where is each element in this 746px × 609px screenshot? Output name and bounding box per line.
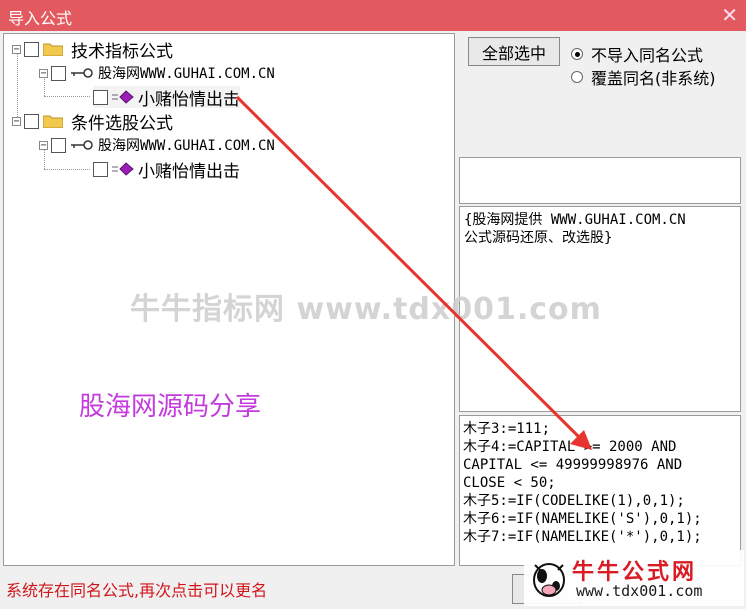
radio-dot-selected[interactable]	[571, 48, 583, 60]
tree-group-indicator[interactable]: − 技术指标公式	[12, 38, 173, 62]
folder-icon	[43, 43, 63, 56]
tree-leaf[interactable]: 小赌怡情出击	[93, 86, 240, 110]
empty-panel	[459, 157, 741, 204]
code-panel[interactable]: 木子3:=111; 木子4:=CAPITAL >= 2000 AND CAPIT…	[459, 415, 741, 566]
key-icon	[71, 68, 93, 78]
watermark-text: 牛牛指标网 www.tdx001.com	[130, 292, 602, 327]
folder-icon	[43, 115, 63, 128]
select-all-button[interactable]: 全部选中	[468, 37, 560, 66]
tree-line	[44, 96, 90, 97]
child-checkbox[interactable]	[51, 65, 66, 81]
radio-no-import-label: 不导入同名公式	[591, 46, 704, 65]
radio-overwrite-label: 覆盖同名(非系统)	[591, 69, 716, 88]
tree-child[interactable]: − 股海网WWW.GUHAI.COM.CN	[39, 134, 275, 156]
title-bar: 导入公式 ✕	[0, 0, 746, 31]
group-checkbox[interactable]	[24, 113, 39, 129]
formula-icon	[112, 162, 134, 176]
window-title: 导入公式	[8, 9, 73, 28]
description-text: {股海网提供 WWW.GUHAI.COM.CN 公式源码还原、改选股}	[464, 212, 686, 246]
group-label: 条件选股公式	[71, 113, 173, 134]
tree-leaf[interactable]: 小赌怡情出击	[93, 158, 240, 182]
status-message: 系统存在同名公式,再次点击可以更名	[6, 581, 268, 600]
collapse-icon[interactable]: −	[39, 140, 48, 150]
collapse-icon[interactable]: −	[39, 68, 48, 78]
share-caption: 股海网源码分享	[79, 392, 262, 422]
child-label: 股海网WWW.GUHAI.COM.CN	[98, 138, 275, 154]
radio-no-import[interactable]: 不导入同名公式	[571, 42, 703, 66]
collapse-icon[interactable]: −	[12, 44, 21, 54]
leaf-label: 小赌怡情出击	[138, 161, 240, 182]
site-logo: 牛牛公式网 www.tdx001.com	[524, 550, 744, 606]
cow-logo-icon	[533, 563, 565, 597]
group-checkbox[interactable]	[24, 41, 39, 57]
code-text: 木子3:=111; 木子4:=CAPITAL >= 2000 AND CAPIT…	[463, 421, 702, 545]
child-label: 股海网WWW.GUHAI.COM.CN	[98, 66, 275, 82]
leaf-checkbox[interactable]	[93, 89, 108, 105]
tree-child[interactable]: − 股海网WWW.GUHAI.COM.CN	[39, 62, 275, 84]
close-icon[interactable]: ✕	[721, 3, 738, 27]
leaf-checkbox[interactable]	[93, 161, 108, 177]
child-checkbox[interactable]	[51, 137, 66, 153]
group-label: 技术指标公式	[71, 41, 173, 62]
radio-dot[interactable]	[571, 71, 583, 83]
collapse-icon[interactable]: −	[12, 116, 21, 126]
tree-group-condition[interactable]: − 条件选股公式	[12, 110, 173, 134]
tree-line	[44, 169, 90, 170]
radio-overwrite[interactable]: 覆盖同名(非系统)	[571, 65, 716, 89]
leaf-label: 小赌怡情出击	[138, 89, 240, 110]
key-icon	[71, 140, 93, 150]
formula-icon	[112, 90, 134, 104]
logo-url: www.tdx001.com	[576, 582, 703, 600]
